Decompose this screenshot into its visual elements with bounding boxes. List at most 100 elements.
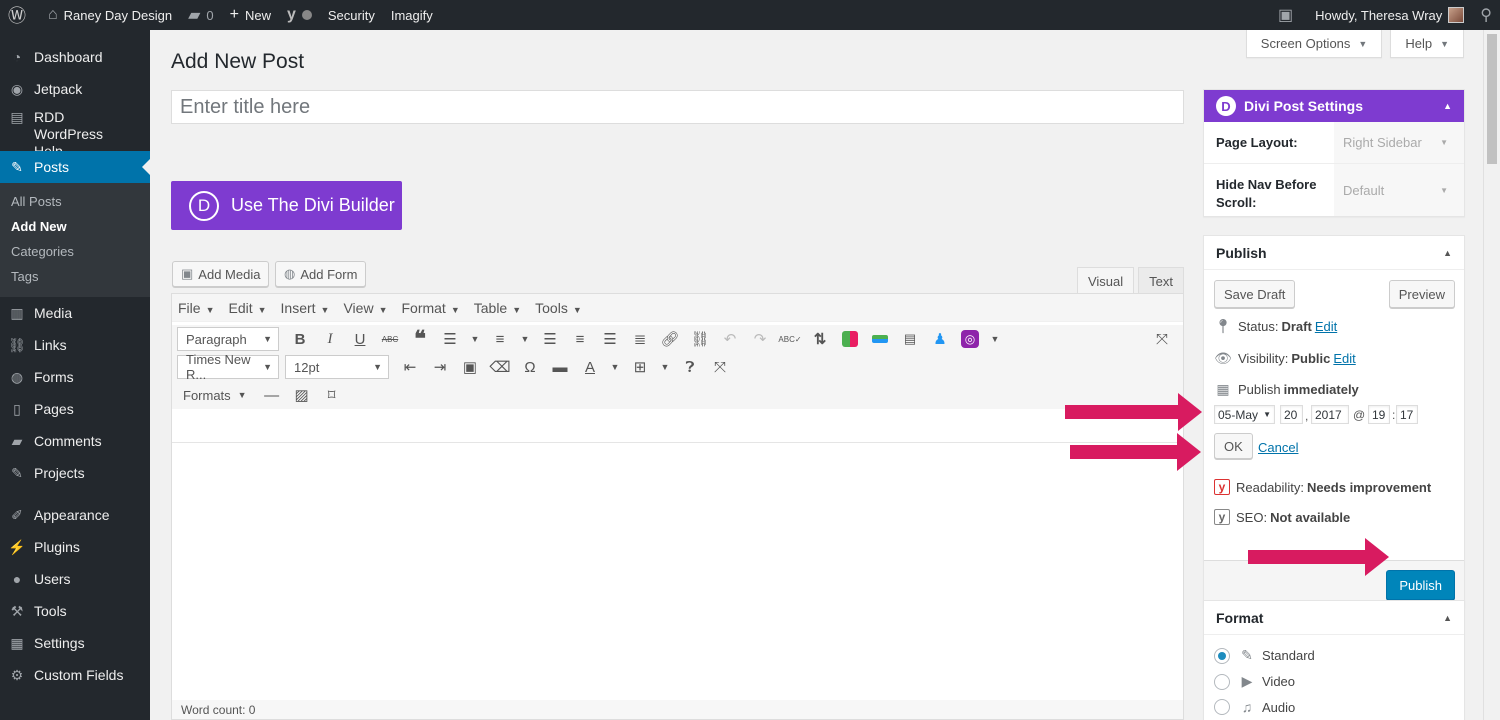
table-caret-icon[interactable]: ▼ [655,355,675,379]
bullet-list-caret-icon[interactable]: ▼ [465,327,485,351]
hide-nav-select[interactable]: Default ▼ [1334,164,1464,216]
post-title-input[interactable]: Enter title here [171,90,1184,124]
add-form-button[interactable]: ◍ Add Form [275,261,367,287]
sidebar-item-posts[interactable]: ✎ Posts [0,151,150,183]
undo-button[interactable]: ↶ [715,327,745,351]
spellcheck-button[interactable]: ABC✓ [775,327,805,351]
blockquote-button[interactable]: ❝ [405,326,435,351]
format-option-video[interactable]: ▶ Video [1214,673,1295,690]
site-name-link[interactable]: ⌂ Raney Day Design [40,0,180,30]
use-divi-builder-button[interactable]: D Use The Divi Builder [171,181,402,230]
sidebar-item-comments[interactable]: ▰ Comments [0,425,150,457]
collapse-arrow-icon[interactable]: ▲ [1443,248,1452,258]
numbered-list-caret-icon[interactable]: ▼ [515,327,535,351]
yoast-menu[interactable]: y [279,0,320,30]
cancel-link[interactable]: Cancel [1258,440,1298,455]
publish-button[interactable]: Publish [1386,570,1455,600]
publish-header[interactable]: Publish ▲ [1204,236,1464,270]
formats-dropdown[interactable]: Formats ▼ [183,388,247,403]
menu-tools[interactable]: Tools ▼ [535,300,582,316]
horizontal-line-button[interactable]: ▬ [545,355,575,379]
menu-format[interactable]: Format ▼ [401,300,459,316]
sidebar-item-tools[interactable]: ⚒ Tools [0,595,150,627]
insert-link-button[interactable]: 🔗︎ [655,327,685,351]
format-option-audio[interactable]: ♫ Audio [1214,699,1295,715]
font-size-select[interactable]: 12pt ▼ [285,355,389,379]
sidebar-item-dashboard[interactable]: ◔ Dashboard [0,41,150,73]
format-header[interactable]: Format ▲ [1204,601,1464,635]
security-link[interactable]: Security [320,0,383,30]
preview-button[interactable]: Preview [1388,280,1455,308]
indent-button[interactable]: ⇥ [425,355,455,379]
radio-button[interactable] [1214,699,1230,715]
scrollbar-thumb[interactable] [1487,34,1497,164]
submenu-add-new[interactable]: Add New [0,214,150,239]
screen-reader-icon-link[interactable]: ▣ [1270,0,1307,30]
submenu-all-posts[interactable]: All Posts [0,189,150,214]
submenu-categories[interactable]: Categories [0,239,150,264]
radio-button[interactable] [1214,647,1230,664]
plugin-shortcode-caret-icon[interactable]: ▼ [985,327,1005,351]
plugin-shortcode-icon[interactable]: ◎ [955,327,985,351]
edit-visibility-link[interactable]: Edit [1333,351,1355,366]
horizontal-rule-button[interactable]: — [257,383,287,407]
sidebar-item-forms[interactable]: ◍ Forms [0,361,150,393]
divider-icon[interactable] [865,327,895,351]
strikethrough-button[interactable]: ABC [375,327,405,351]
collapse-arrow-icon[interactable]: ▲ [1443,613,1452,623]
fullscreen-button[interactable]: ⤧ [1147,327,1177,351]
menu-edit[interactable]: Edit ▼ [228,300,266,316]
menu-file[interactable]: File ▼ [178,300,214,316]
align-right-button[interactable]: ☰ [595,327,625,351]
divi-settings-header[interactable]: D Divi Post Settings ▲ [1204,90,1464,122]
menu-insert[interactable]: Insert ▼ [281,300,330,316]
help-button[interactable]: Help ▼ [1390,30,1464,58]
add-media-button[interactable]: ▣ Add Media [172,261,270,287]
ok-button[interactable]: OK [1214,433,1253,459]
search-link[interactable]: ⚲ [1472,0,1500,30]
menu-view[interactable]: View ▼ [343,300,387,316]
month-select[interactable]: 05-May ▼ [1214,405,1275,424]
sidebar-item-jetpack[interactable]: ◉ Jetpack [0,73,150,105]
edit-status-link[interactable]: Edit [1315,319,1337,334]
bullet-list-button[interactable]: ☰ [435,327,465,351]
page-layout-select[interactable]: Right Sidebar ▼ [1334,122,1464,163]
new-content-link[interactable]: + New [222,0,279,30]
justify-button[interactable]: ≣ [625,327,655,351]
sidebar-item-users[interactable]: ● Users [0,563,150,595]
table-shortcode-icon[interactable]: ▤ [895,327,925,351]
remove-link-button[interactable]: ⛓ [685,327,715,351]
screen-options-button[interactable]: Screen Options ▼ [1245,30,1383,58]
wordpress-logo[interactable]: Ⓦ [0,0,40,30]
distraction-free-button[interactable]: ⤧ [705,355,735,379]
redo-button[interactable]: ↷ [745,327,775,351]
table-button[interactable]: ⊞ [625,355,655,379]
hour-input[interactable]: 19 [1368,405,1390,424]
text-color-button[interactable]: A [575,355,605,379]
align-left-button[interactable]: ☰ [535,327,565,351]
tab-text[interactable]: Text [1138,267,1184,294]
paste-text-button[interactable]: ▣ [455,355,485,379]
sidebar-item-media[interactable]: ▥ Media [0,297,150,329]
special-character-button[interactable]: Ω [515,355,545,379]
day-input[interactable]: 20 [1280,405,1303,424]
outdent-button[interactable]: ⇤ [395,355,425,379]
collapse-arrow-icon[interactable]: ▲ [1443,101,1452,111]
sidebar-item-rdd-help[interactable]: ▤RDD WordPress Help [0,105,150,159]
paragraph-format-select[interactable]: Paragraph ▼ [177,327,279,351]
upload-icon[interactable]: ⇅ [805,327,835,351]
bold-button[interactable]: B [285,327,315,351]
tab-visual[interactable]: Visual [1076,267,1135,294]
imagify-link[interactable]: Imagify [383,0,441,30]
submenu-tags[interactable]: Tags [0,264,150,289]
color-grid-icon[interactable] [835,327,865,351]
my-account[interactable]: Howdy, Theresa Wray [1307,0,1472,30]
clear-formatting-button[interactable]: ⌫ [485,355,515,379]
numbered-list-button[interactable]: ≡ [485,327,515,351]
sidebar-item-plugins[interactable]: ⚡ Plugins [0,531,150,563]
sidebar-item-links[interactable]: ⛓ Links [0,329,150,361]
sidebar-item-appearance[interactable]: ✐ Appearance [0,499,150,531]
underline-button[interactable]: U [345,327,375,351]
image-button[interactable]: ▨ [287,383,317,407]
font-family-select[interactable]: Times New R... ▼ [177,352,279,382]
